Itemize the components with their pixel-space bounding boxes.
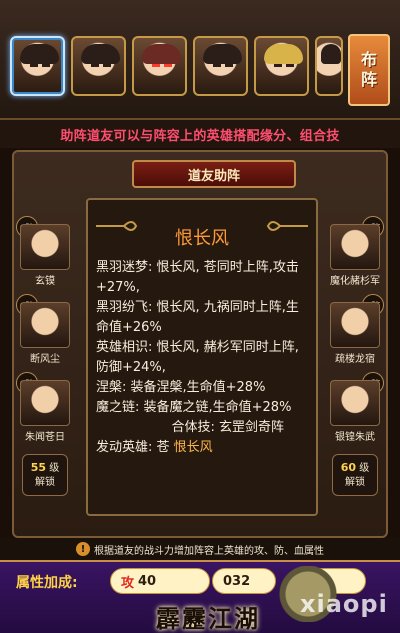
stats-label: 属性加成: bbox=[16, 575, 78, 591]
assist-portrait bbox=[20, 380, 70, 426]
hint-text: 助阵道友可以与阵容上的英雄搭配缘分、组合技 bbox=[0, 120, 400, 148]
unlock-label: 解锁 bbox=[35, 476, 55, 488]
hero-portrait-2[interactable] bbox=[71, 36, 126, 96]
assist-slot[interactable]: 0阵 疏楼龙宿 bbox=[324, 294, 386, 366]
hero-row bbox=[10, 36, 344, 104]
bond-line: 魔之链: 装备魔之链,生命值+28% bbox=[96, 400, 292, 415]
unlock-level-suffix: 级 bbox=[359, 463, 370, 475]
combo-skill-line: 合体技: 玄罡剑奇阵 bbox=[171, 420, 284, 435]
attack-value: 40 bbox=[138, 573, 157, 589]
assist-portrait bbox=[330, 302, 380, 348]
info-icon: ! bbox=[76, 542, 90, 556]
assist-name: 玄镆 bbox=[35, 276, 55, 287]
assist-name: 朱闻苍日 bbox=[25, 432, 65, 443]
hero-helmet bbox=[142, 44, 181, 64]
hero-eye bbox=[91, 64, 99, 67]
hero-eye bbox=[164, 64, 172, 67]
footnote-text: 根据道友的战斗力增加阵容上英雄的攻、防、血属性 bbox=[94, 545, 324, 557]
hero-portrait-6[interactable] bbox=[315, 36, 343, 96]
hero-eye bbox=[286, 64, 294, 67]
hero-hair bbox=[321, 44, 341, 64]
deploy-label-1: 布 bbox=[360, 50, 377, 69]
assist-portrait bbox=[20, 224, 70, 270]
ornament-icon bbox=[266, 221, 308, 231]
right-assist-column: 0阵 魔化赭杉军 0阵 疏楼龙宿 0阵 银锽朱武 60 级 解锁 bbox=[324, 216, 386, 496]
unlock-level: 55 级 bbox=[31, 461, 60, 475]
assist-name: 魔化赭杉军 bbox=[330, 276, 380, 287]
hero-eye bbox=[213, 64, 221, 67]
hero-hair bbox=[203, 44, 242, 64]
unlock-label: 解锁 bbox=[345, 476, 365, 488]
assist-slot[interactable]: 0阵 魔化赭杉军 bbox=[324, 216, 386, 288]
hero-portrait-3[interactable] bbox=[132, 36, 187, 96]
assist-name: 银锽朱武 bbox=[335, 432, 375, 443]
hero-eye bbox=[42, 64, 50, 67]
assist-name: 疏楼龙宿 bbox=[335, 354, 375, 365]
attack-label: 攻 bbox=[121, 575, 135, 591]
hero-hair bbox=[81, 44, 120, 64]
hero-portrait-1[interactable] bbox=[10, 36, 65, 96]
assist-slot[interactable]: 0阵 玄镆 bbox=[14, 216, 76, 288]
mid-stat: 032 bbox=[212, 568, 276, 594]
activate-line: 发动英雄: 苍 恨长风 bbox=[96, 438, 308, 458]
hero-portrait-4[interactable] bbox=[193, 36, 248, 96]
mid-value: 032 bbox=[223, 573, 251, 589]
watermark: xiaopi bbox=[300, 590, 388, 618]
hero-eye bbox=[30, 64, 38, 67]
left-assist-column: 0阵 玄镆 0阵 断风尘 0阵 朱闻苍日 55 级 解锁 bbox=[14, 216, 76, 496]
unlock-slot-right[interactable]: 60 级 解锁 bbox=[332, 454, 378, 496]
assist-name: 断风尘 bbox=[30, 354, 60, 365]
hero-eye bbox=[225, 64, 233, 67]
assist-portrait bbox=[20, 302, 70, 348]
ornament-icon bbox=[96, 221, 138, 231]
unlock-level-number: 55 bbox=[30, 461, 47, 475]
activate-hero: 恨长风 bbox=[173, 440, 213, 455]
hero-info-card: 恨长风 黑羽迷梦: 恨长风, 苍同时上阵,攻击+27%, 黑羽纷飞: 恨长风, … bbox=[86, 198, 318, 516]
hero-portrait-5[interactable] bbox=[254, 36, 309, 96]
activate-label: 发动英雄: 苍 bbox=[96, 440, 170, 455]
hero-crown bbox=[264, 44, 303, 64]
unlock-slot-left[interactable]: 55 级 解锁 bbox=[22, 454, 68, 496]
assist-slot[interactable]: 0阵 断风尘 bbox=[14, 294, 76, 366]
attack-stat: 攻 40 bbox=[110, 568, 210, 594]
footnote: ! 根据道友的战斗力增加阵容上英雄的攻、防、血属性 bbox=[0, 538, 400, 560]
assist-slot[interactable]: 0阵 朱闻苍日 bbox=[14, 372, 76, 444]
hero-eye bbox=[103, 64, 111, 67]
hero-eye bbox=[274, 64, 282, 67]
panel-title: 道友助阵 bbox=[132, 160, 296, 188]
hero-strip: 布 阵 bbox=[0, 0, 400, 120]
hero-hair bbox=[20, 44, 59, 64]
bond-line: 英雄相识: 恨长风, 赭杉军同时上阵,防御+24%, bbox=[96, 340, 299, 375]
deploy-button[interactable]: 布 阵 bbox=[348, 34, 390, 106]
deploy-label-2: 阵 bbox=[360, 70, 377, 89]
game-logo: 霹靂江湖 bbox=[156, 603, 260, 633]
hero-eye bbox=[152, 64, 160, 67]
bond-line: 黑羽纷飞: 恨长风, 九祸同时上阵,生命值+26% bbox=[96, 300, 299, 335]
assist-slot[interactable]: 0阵 银锽朱武 bbox=[324, 372, 386, 444]
unlock-level: 60 级 bbox=[341, 461, 370, 475]
assist-panel: 道友助阵 0阵 玄镆 0阵 断风尘 0阵 朱闻苍日 55 级 解锁 0阵 bbox=[12, 150, 388, 538]
bond-line: 涅槃: 装备涅槃,生命值+28% bbox=[96, 380, 266, 395]
assist-portrait bbox=[330, 380, 380, 426]
bond-line: 黑羽迷梦: 恨长风, 苍同时上阵,攻击+27%, bbox=[96, 260, 299, 295]
assist-portrait bbox=[330, 224, 380, 270]
unlock-level-number: 60 bbox=[340, 461, 357, 475]
unlock-level-suffix: 级 bbox=[49, 463, 60, 475]
